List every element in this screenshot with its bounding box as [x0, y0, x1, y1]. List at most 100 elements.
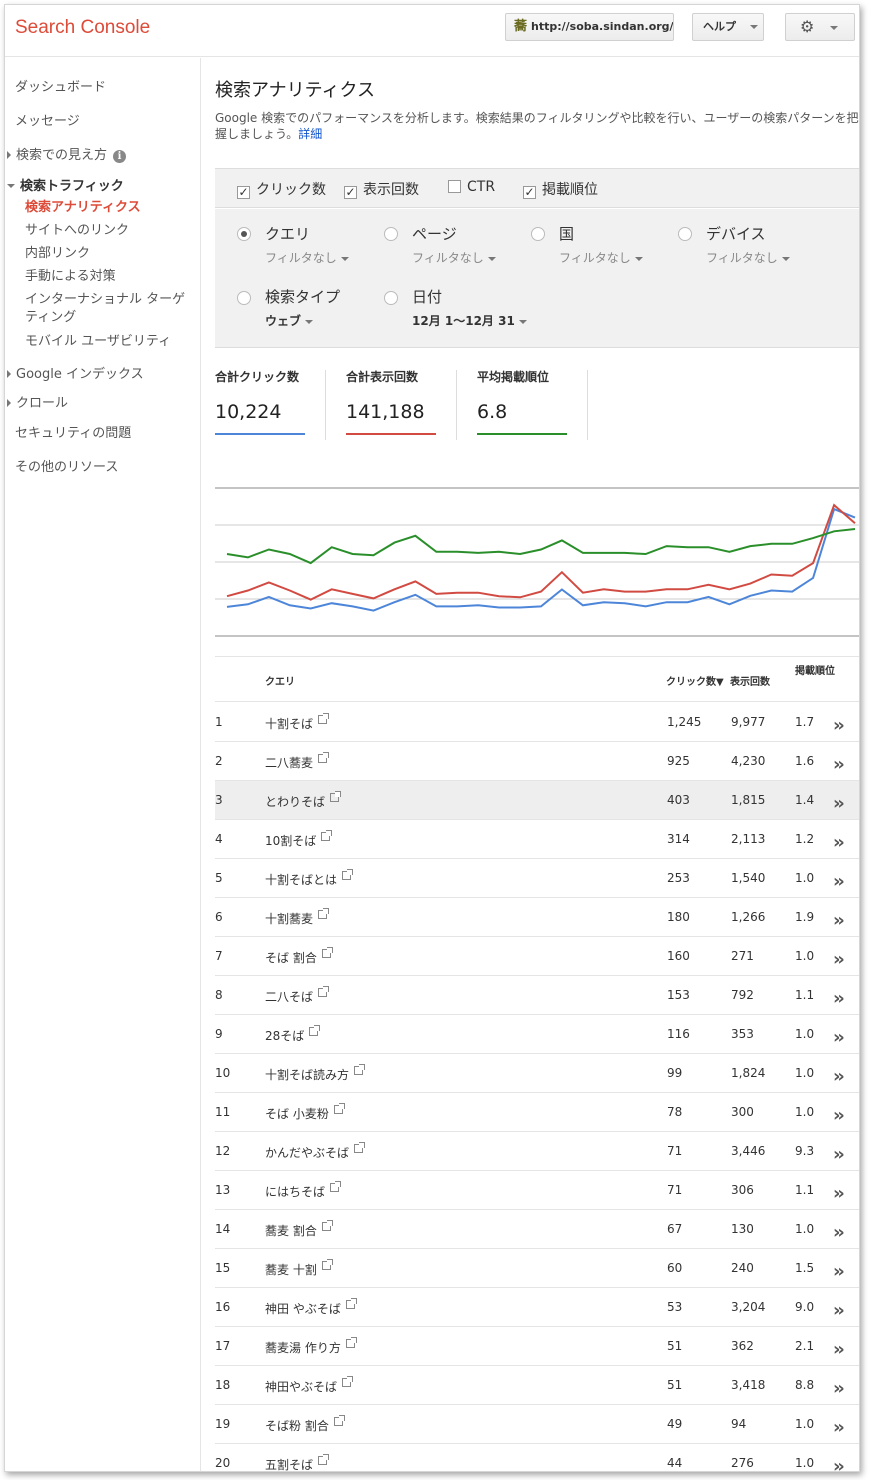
double-chevron-right-icon[interactable]: ›› — [833, 1339, 845, 1360]
query-cell[interactable]: 二八そば — [265, 986, 330, 1005]
double-chevron-right-icon[interactable]: ›› — [833, 1027, 845, 1048]
query-cell[interactable]: 神田やぶそば — [265, 1376, 354, 1395]
double-chevron-right-icon[interactable]: ›› — [833, 832, 845, 853]
double-chevron-right-icon[interactable]: ›› — [833, 910, 845, 931]
double-chevron-right-icon[interactable]: ›› — [833, 1417, 845, 1438]
table-row[interactable]: 4 10割そば 314 2,113 1.2 ›› — [215, 820, 859, 859]
table-row[interactable]: 7 そば 割合 160 271 1.0 ›› — [215, 937, 859, 976]
external-link-icon[interactable] — [318, 713, 330, 724]
search-type-dropdown[interactable]: ウェブ — [265, 312, 314, 329]
search-type-label[interactable]: 検索タイプ — [265, 286, 340, 307]
country-label[interactable]: 国 — [559, 223, 574, 244]
table-row[interactable]: 5 十割そばとは 253 1,540 1.0 ›› — [215, 859, 859, 898]
query-cell[interactable]: にはちそば — [265, 1181, 342, 1200]
query-cell[interactable]: とわりそば — [265, 791, 342, 810]
sidebar-item-search-analytics[interactable]: 検索アナリティクス — [25, 199, 193, 217]
external-link-icon[interactable] — [318, 752, 330, 763]
query-cell[interactable]: 五割そば — [265, 1454, 330, 1471]
query-cell[interactable]: そば 小麦粉 — [265, 1103, 345, 1122]
sidebar-item-other-resources[interactable]: その他のリソース — [15, 456, 118, 475]
page-radio[interactable] — [384, 227, 398, 241]
external-link-icon[interactable] — [321, 947, 333, 958]
column-header-query[interactable]: クエリ — [265, 673, 295, 688]
table-row[interactable]: 3 とわりそば 403 1,815 1.4 ›› — [215, 781, 859, 820]
query-cell[interactable]: 十割そば読み方 — [265, 1064, 366, 1083]
external-link-icon[interactable] — [330, 1181, 342, 1192]
column-header-clicks[interactable]: クリック数▼ — [666, 673, 724, 688]
column-header-impressions[interactable]: 表示回数 — [730, 673, 770, 688]
double-chevron-right-icon[interactable]: ›› — [833, 871, 845, 892]
external-link-icon[interactable] — [342, 1376, 354, 1387]
double-chevron-right-icon[interactable]: ›› — [833, 949, 845, 970]
device-radio[interactable] — [678, 227, 692, 241]
device-filter-dropdown[interactable]: フィルタなし — [706, 249, 790, 266]
query-cell[interactable]: 28そば — [265, 1025, 321, 1044]
external-link-icon[interactable] — [333, 1103, 345, 1114]
double-chevron-right-icon[interactable]: ›› — [833, 1300, 845, 1321]
table-row[interactable]: 16 神田 やぶそば 53 3,204 9.0 ›› — [215, 1288, 859, 1327]
date-label[interactable]: 日付 — [412, 286, 442, 307]
table-row[interactable]: 11 そば 小麦粉 78 300 1.0 ›› — [215, 1093, 859, 1132]
external-link-icon[interactable] — [321, 1220, 333, 1231]
date-range-dropdown[interactable]: 12月 1〜12月 31 — [412, 312, 527, 329]
position-checkbox[interactable]: ✓ 掲載順位 — [523, 179, 598, 199]
app-logo[interactable]: Search Console — [15, 17, 150, 39]
device-label[interactable]: デバイス — [706, 223, 766, 244]
external-link-icon[interactable] — [318, 1454, 330, 1465]
date-radio[interactable] — [384, 291, 398, 305]
table-row[interactable]: 2 二八蕎麦 925 4,230 1.6 ›› — [215, 742, 859, 781]
external-link-icon[interactable] — [354, 1064, 366, 1075]
learn-more-link[interactable]: 詳細 — [298, 127, 322, 141]
double-chevron-right-icon[interactable]: ›› — [833, 1183, 845, 1204]
query-cell[interactable]: 十割そば — [265, 713, 330, 732]
double-chevron-right-icon[interactable]: ›› — [833, 1066, 845, 1087]
table-row[interactable]: 9 28そば 116 353 1.0 ›› — [215, 1015, 859, 1054]
page-filter-dropdown[interactable]: フィルタなし — [412, 249, 496, 266]
double-chevron-right-icon[interactable]: ›› — [833, 754, 845, 775]
page-label[interactable]: ページ — [412, 223, 457, 244]
sidebar-item-messages[interactable]: メッセージ — [15, 110, 80, 129]
sidebar-item-crawl[interactable]: クロール — [7, 392, 68, 411]
table-row[interactable]: 13 にはちそば 71 306 1.1 ›› — [215, 1171, 859, 1210]
external-link-icon[interactable] — [321, 1259, 333, 1270]
table-row[interactable]: 6 十割蕎麦 180 1,266 1.9 ›› — [215, 898, 859, 937]
external-link-icon[interactable] — [318, 986, 330, 997]
external-link-icon[interactable] — [345, 1337, 357, 1348]
table-row[interactable]: 12 かんだやぶそば 71 3,446 9.3 ›› — [215, 1132, 859, 1171]
external-link-icon[interactable] — [330, 791, 342, 802]
search-type-radio[interactable] — [237, 291, 251, 305]
query-label[interactable]: クエリ — [265, 223, 310, 244]
table-row[interactable]: 1 十割そば 1,245 9,977 1.7 ›› — [215, 703, 859, 742]
double-chevron-right-icon[interactable]: ›› — [833, 1378, 845, 1399]
sidebar-item-security[interactable]: セキュリティの問題 — [15, 422, 131, 441]
double-chevron-right-icon[interactable]: ›› — [833, 793, 845, 814]
double-chevron-right-icon[interactable]: ›› — [833, 988, 845, 1009]
help-button[interactable]: ヘルプ — [692, 13, 764, 41]
query-cell[interactable]: 十割蕎麦 — [265, 908, 330, 927]
query-cell[interactable]: そば粉 割合 — [265, 1415, 345, 1434]
impressions-checkbox[interactable]: ✓ 表示回数 — [344, 179, 419, 199]
external-link-icon[interactable] — [321, 830, 333, 841]
query-cell[interactable]: 蕎麦湯 作り方 — [265, 1337, 357, 1356]
query-filter-dropdown[interactable]: フィルタなし — [265, 249, 349, 266]
query-cell[interactable]: かんだやぶそば — [265, 1142, 366, 1161]
sidebar-item-search-appearance[interactable]: 検索での見え方 i — [7, 144, 127, 163]
settings-button[interactable]: ⚙ — [785, 13, 855, 41]
site-selector[interactable]: 蕎 http://soba.sindan.org/ — [505, 13, 674, 41]
query-radio[interactable] — [237, 227, 251, 241]
table-row[interactable]: 20 五割そば 44 276 1.0 ›› — [215, 1444, 859, 1471]
external-link-icon[interactable] — [333, 1415, 345, 1426]
query-cell[interactable]: 10割そば — [265, 830, 333, 849]
country-filter-dropdown[interactable]: フィルタなし — [559, 249, 643, 266]
table-row[interactable]: 17 蕎麦湯 作り方 51 362 2.1 ›› — [215, 1327, 859, 1366]
table-row[interactable]: 10 十割そば読み方 99 1,824 1.0 ›› — [215, 1054, 859, 1093]
query-cell[interactable]: 神田 やぶそば — [265, 1298, 357, 1317]
double-chevron-right-icon[interactable]: ›› — [833, 1144, 845, 1165]
ctr-checkbox[interactable]: CTR — [448, 179, 495, 195]
external-link-icon[interactable] — [309, 1025, 321, 1036]
column-header-position[interactable]: 掲載順位 — [795, 666, 835, 678]
sidebar-item-links-to-site[interactable]: サイトへのリンク — [25, 222, 193, 240]
clicks-checkbox[interactable]: ✓ クリック数 — [237, 179, 326, 199]
query-cell[interactable]: 蕎麦 十割 — [265, 1259, 333, 1278]
double-chevron-right-icon[interactable]: ›› — [833, 1261, 845, 1282]
